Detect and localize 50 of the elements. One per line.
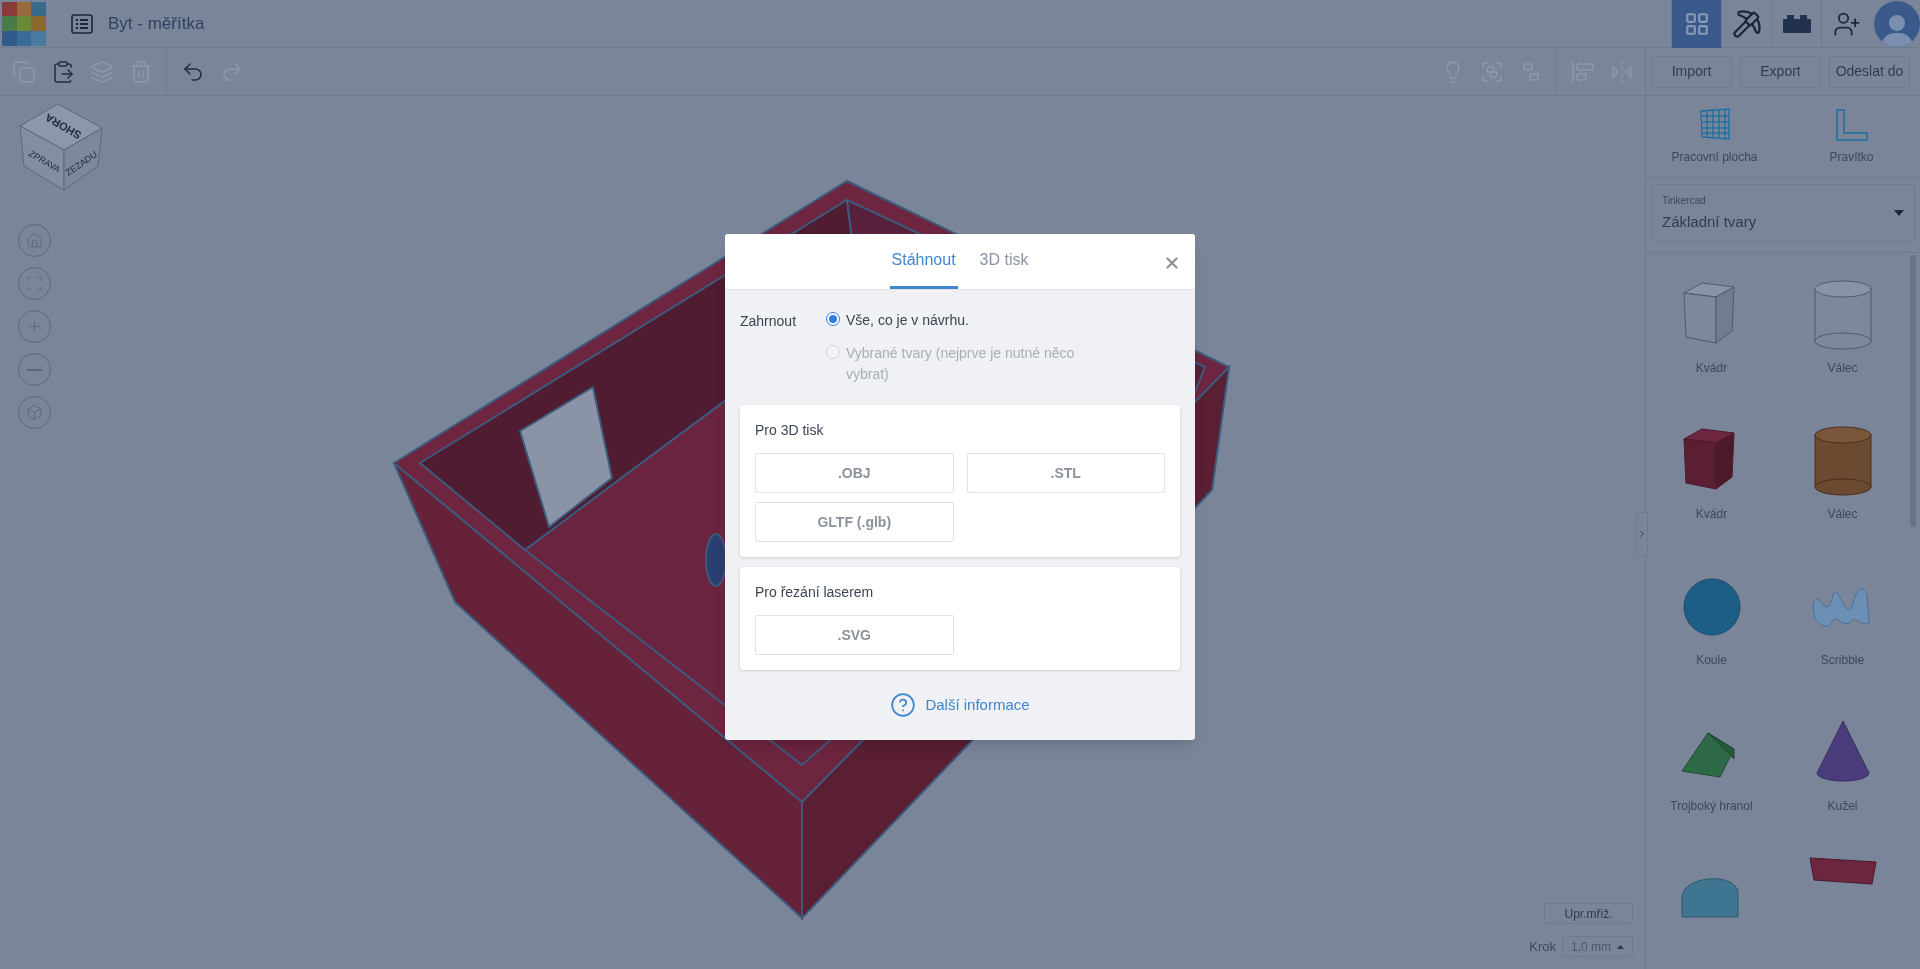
dialog-tab[interactable]: Stáhnout xyxy=(889,234,958,289)
design-title[interactable]: Byt - měřítka xyxy=(108,10,205,37)
header-tab[interactable] xyxy=(1671,0,1721,48)
zoom-in-icon xyxy=(26,318,43,335)
grid-plane-icon xyxy=(1697,107,1732,142)
ruler-icon xyxy=(1834,107,1869,142)
home-icon xyxy=(26,232,43,249)
section-title: Pro 3D tisk xyxy=(755,421,825,440)
shape-item[interactable]: Kvádr xyxy=(1646,273,1777,377)
include-label: Zahrnout xyxy=(740,312,798,331)
panel-button[interactable]: Import xyxy=(1651,55,1732,88)
format-button[interactable]: GLTF (.glb) xyxy=(755,502,954,542)
section-title: Pro řezání laserem xyxy=(755,583,875,602)
shape-item[interactable]: Scribble xyxy=(1777,565,1908,669)
panel-button[interactable]: Export xyxy=(1740,55,1821,88)
shape-item[interactable]: Koule xyxy=(1646,565,1777,669)
shape-item[interactable]: Trojboký hranol xyxy=(1646,711,1777,815)
text-shape-icon xyxy=(1808,857,1877,885)
ruler-button[interactable]: Pravítko xyxy=(1783,107,1920,166)
perspective-icon xyxy=(26,404,43,421)
list-icon[interactable] xyxy=(71,13,93,34)
edit-grid-button[interactable]: Upr.mřiž. xyxy=(1544,903,1633,924)
collapse-panel-button[interactable] xyxy=(1636,512,1648,556)
dropdown-value: Základní tvary xyxy=(1662,211,1757,232)
caret-icon xyxy=(1894,210,1904,216)
format-button[interactable]: .SVG xyxy=(755,615,954,655)
brick-icon xyxy=(1782,14,1811,33)
close-icon xyxy=(1163,254,1181,272)
format-button[interactable]: .OBJ xyxy=(755,453,954,493)
shape-item[interactable]: Válec xyxy=(1777,273,1908,377)
radio-button[interactable] xyxy=(826,312,840,326)
help-icon xyxy=(890,692,917,718)
library-dropdown[interactable]: Tinkercad Základní tvary xyxy=(1651,184,1915,242)
pickaxe-icon xyxy=(1731,8,1762,39)
close-button[interactable] xyxy=(1163,254,1181,272)
shape-item[interactable]: Kvádr xyxy=(1646,419,1777,523)
dialog-tab[interactable]: 3D tisk xyxy=(977,234,1031,289)
shape-item[interactable]: Válec xyxy=(1777,419,1908,523)
radio-option[interactable]: Vše, co je v návrhu. xyxy=(826,310,1096,331)
panel-button[interactable]: Odeslat do xyxy=(1829,55,1910,88)
format-button[interactable]: .STL xyxy=(966,453,1165,493)
caret-icon xyxy=(1617,944,1624,949)
workplane-button[interactable]: Pracovní plocha xyxy=(1646,107,1783,166)
shape-item[interactable]: Kužel xyxy=(1777,711,1908,815)
step-label: Krok xyxy=(1529,937,1556,956)
user-avatar[interactable] xyxy=(1874,0,1920,47)
help-link[interactable]: Další informace xyxy=(925,693,1030,717)
dropdown-label: Tinkercad xyxy=(1662,193,1707,208)
grid-icon xyxy=(1683,10,1710,37)
logo[interactable] xyxy=(2,1,46,46)
